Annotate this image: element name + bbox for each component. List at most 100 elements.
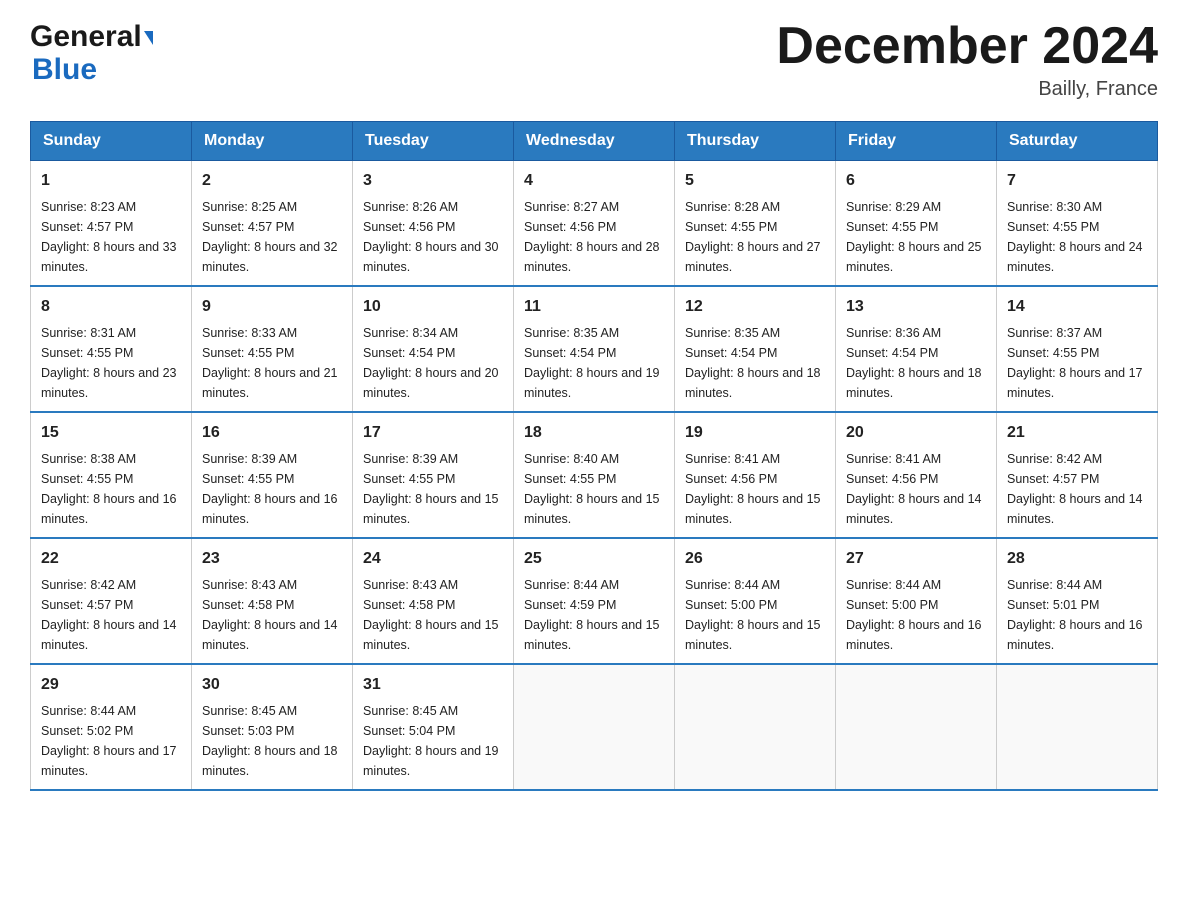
day-header-saturday: Saturday <box>997 122 1158 161</box>
calendar-cell: 17 Sunrise: 8:39 AMSunset: 4:55 PMDayligh… <box>353 412 514 538</box>
day-number: 21 <box>1007 421 1147 445</box>
calendar-cell: 13 Sunrise: 8:36 AMSunset: 4:54 PMDayligh… <box>836 286 997 412</box>
day-number: 26 <box>685 547 825 571</box>
day-number: 5 <box>685 169 825 193</box>
day-number: 18 <box>524 421 664 445</box>
location: Bailly, France <box>776 78 1158 101</box>
day-number: 3 <box>363 169 503 193</box>
calendar-cell: 6 Sunrise: 8:29 AMSunset: 4:55 PMDaylight… <box>836 161 997 287</box>
day-header-tuesday: Tuesday <box>353 122 514 161</box>
day-number: 6 <box>846 169 986 193</box>
day-number: 4 <box>524 169 664 193</box>
day-number: 1 <box>41 169 181 193</box>
calendar-body: 1 Sunrise: 8:23 AMSunset: 4:57 PMDaylight… <box>31 161 1158 791</box>
day-info: Sunrise: 8:30 AMSunset: 4:55 PMDaylight:… <box>1007 197 1147 277</box>
calendar-week-4: 22 Sunrise: 8:42 AMSunset: 4:57 PMDayligh… <box>31 538 1158 664</box>
day-number: 16 <box>202 421 342 445</box>
day-info: Sunrise: 8:31 AMSunset: 4:55 PMDaylight:… <box>41 323 181 403</box>
day-number: 29 <box>41 673 181 697</box>
calendar-cell <box>675 664 836 790</box>
calendar-cell: 12 Sunrise: 8:35 AMSunset: 4:54 PMDayligh… <box>675 286 836 412</box>
day-number: 22 <box>41 547 181 571</box>
day-info: Sunrise: 8:23 AMSunset: 4:57 PMDaylight:… <box>41 197 181 277</box>
day-info: Sunrise: 8:44 AMSunset: 4:59 PMDaylight:… <box>524 575 664 655</box>
calendar-week-5: 29 Sunrise: 8:44 AMSunset: 5:02 PMDayligh… <box>31 664 1158 790</box>
day-info: Sunrise: 8:25 AMSunset: 4:57 PMDaylight:… <box>202 197 342 277</box>
day-number: 9 <box>202 295 342 319</box>
calendar-cell: 11Sunrise: 8:35 AMSunset: 4:54 PMDayligh… <box>514 286 675 412</box>
calendar-cell: 21Sunrise: 8:42 AMSunset: 4:57 PMDayligh… <box>997 412 1158 538</box>
calendar-cell: 25 Sunrise: 8:44 AMSunset: 4:59 PMDayligh… <box>514 538 675 664</box>
day-info: Sunrise: 8:33 AMSunset: 4:55 PMDaylight:… <box>202 323 342 403</box>
day-info: Sunrise: 8:35 AMSunset: 4:54 PMDaylight:… <box>685 323 825 403</box>
day-header-monday: Monday <box>192 122 353 161</box>
day-number: 15 <box>41 421 181 445</box>
calendar-cell: 4 Sunrise: 8:27 AMSunset: 4:56 PMDaylight… <box>514 161 675 287</box>
calendar-cell: 29 Sunrise: 8:44 AMSunset: 5:02 PMDayligh… <box>31 664 192 790</box>
day-info: Sunrise: 8:42 AMSunset: 4:57 PMDaylight:… <box>41 575 181 655</box>
calendar-cell: 26 Sunrise: 8:44 AMSunset: 5:00 PMDayligh… <box>675 538 836 664</box>
month-title: December 2024 <box>776 20 1158 72</box>
day-number: 23 <box>202 547 342 571</box>
calendar-cell: 30Sunrise: 8:45 AMSunset: 5:03 PMDayligh… <box>192 664 353 790</box>
calendar-cell: 23 Sunrise: 8:43 AMSunset: 4:58 PMDayligh… <box>192 538 353 664</box>
day-info: Sunrise: 8:27 AMSunset: 4:56 PMDaylight:… <box>524 197 664 277</box>
calendar-cell: 22 Sunrise: 8:42 AMSunset: 4:57 PMDayligh… <box>31 538 192 664</box>
calendar-cell: 24Sunrise: 8:43 AMSunset: 4:58 PMDayligh… <box>353 538 514 664</box>
day-number: 19 <box>685 421 825 445</box>
calendar-cell: 5 Sunrise: 8:28 AMSunset: 4:55 PMDaylight… <box>675 161 836 287</box>
day-header-wednesday: Wednesday <box>514 122 675 161</box>
day-number: 11 <box>524 295 664 319</box>
calendar-cell: 16Sunrise: 8:39 AMSunset: 4:55 PMDayligh… <box>192 412 353 538</box>
calendar-cell: 19 Sunrise: 8:41 AMSunset: 4:56 PMDayligh… <box>675 412 836 538</box>
day-number: 2 <box>202 169 342 193</box>
day-info: Sunrise: 8:39 AMSunset: 4:55 PMDaylight:… <box>363 449 503 529</box>
day-info: Sunrise: 8:41 AMSunset: 4:56 PMDaylight:… <box>685 449 825 529</box>
calendar-cell <box>514 664 675 790</box>
logo-general: General <box>30 20 142 53</box>
calendar-cell: 18 Sunrise: 8:40 AMSunset: 4:55 PMDayligh… <box>514 412 675 538</box>
day-number: 14 <box>1007 295 1147 319</box>
day-info: Sunrise: 8:38 AMSunset: 4:55 PMDaylight:… <box>41 449 181 529</box>
day-info: Sunrise: 8:44 AMSunset: 5:00 PMDaylight:… <box>685 575 825 655</box>
page-header: General Blue December 2024 Bailly, Franc… <box>30 20 1158 101</box>
day-number: 13 <box>846 295 986 319</box>
day-number: 25 <box>524 547 664 571</box>
day-info: Sunrise: 8:37 AMSunset: 4:55 PMDaylight:… <box>1007 323 1147 403</box>
calendar-cell: 2 Sunrise: 8:25 AMSunset: 4:57 PMDaylight… <box>192 161 353 287</box>
day-info: Sunrise: 8:40 AMSunset: 4:55 PMDaylight:… <box>524 449 664 529</box>
calendar-week-3: 15 Sunrise: 8:38 AMSunset: 4:55 PMDayligh… <box>31 412 1158 538</box>
day-number: 28 <box>1007 547 1147 571</box>
calendar-cell: 27 Sunrise: 8:44 AMSunset: 5:00 PMDayligh… <box>836 538 997 664</box>
day-info: Sunrise: 8:28 AMSunset: 4:55 PMDaylight:… <box>685 197 825 277</box>
day-number: 12 <box>685 295 825 319</box>
day-info: Sunrise: 8:45 AMSunset: 5:03 PMDaylight:… <box>202 701 342 781</box>
day-number: 20 <box>846 421 986 445</box>
calendar-cell: 3Sunrise: 8:26 AMSunset: 4:56 PMDaylight… <box>353 161 514 287</box>
calendar-cell: 20Sunrise: 8:41 AMSunset: 4:56 PMDayligh… <box>836 412 997 538</box>
day-info: Sunrise: 8:43 AMSunset: 4:58 PMDaylight:… <box>363 575 503 655</box>
day-number: 27 <box>846 547 986 571</box>
day-info: Sunrise: 8:36 AMSunset: 4:54 PMDaylight:… <box>846 323 986 403</box>
logo-blue: Blue <box>32 53 97 86</box>
calendar-header-row: SundayMondayTuesdayWednesdayThursdayFrid… <box>31 122 1158 161</box>
calendar-table: SundayMondayTuesdayWednesdayThursdayFrid… <box>30 121 1158 791</box>
day-number: 31 <box>363 673 503 697</box>
calendar-week-1: 1 Sunrise: 8:23 AMSunset: 4:57 PMDaylight… <box>31 161 1158 287</box>
calendar-cell: 31Sunrise: 8:45 AMSunset: 5:04 PMDayligh… <box>353 664 514 790</box>
day-number: 17 <box>363 421 503 445</box>
header-right: December 2024 Bailly, France <box>776 20 1158 101</box>
calendar-cell: 28Sunrise: 8:44 AMSunset: 5:01 PMDayligh… <box>997 538 1158 664</box>
day-info: Sunrise: 8:44 AMSunset: 5:00 PMDaylight:… <box>846 575 986 655</box>
calendar-cell: 14 Sunrise: 8:37 AMSunset: 4:55 PMDayligh… <box>997 286 1158 412</box>
day-info: Sunrise: 8:43 AMSunset: 4:58 PMDaylight:… <box>202 575 342 655</box>
day-info: Sunrise: 8:29 AMSunset: 4:55 PMDaylight:… <box>846 197 986 277</box>
calendar-cell: 1 Sunrise: 8:23 AMSunset: 4:57 PMDaylight… <box>31 161 192 287</box>
calendar-cell <box>836 664 997 790</box>
day-number: 8 <box>41 295 181 319</box>
calendar-cell: 9 Sunrise: 8:33 AMSunset: 4:55 PMDaylight… <box>192 286 353 412</box>
day-info: Sunrise: 8:44 AMSunset: 5:02 PMDaylight:… <box>41 701 181 781</box>
day-info: Sunrise: 8:34 AMSunset: 4:54 PMDaylight:… <box>363 323 503 403</box>
day-header-sunday: Sunday <box>31 122 192 161</box>
calendar-cell: 15 Sunrise: 8:38 AMSunset: 4:55 PMDayligh… <box>31 412 192 538</box>
